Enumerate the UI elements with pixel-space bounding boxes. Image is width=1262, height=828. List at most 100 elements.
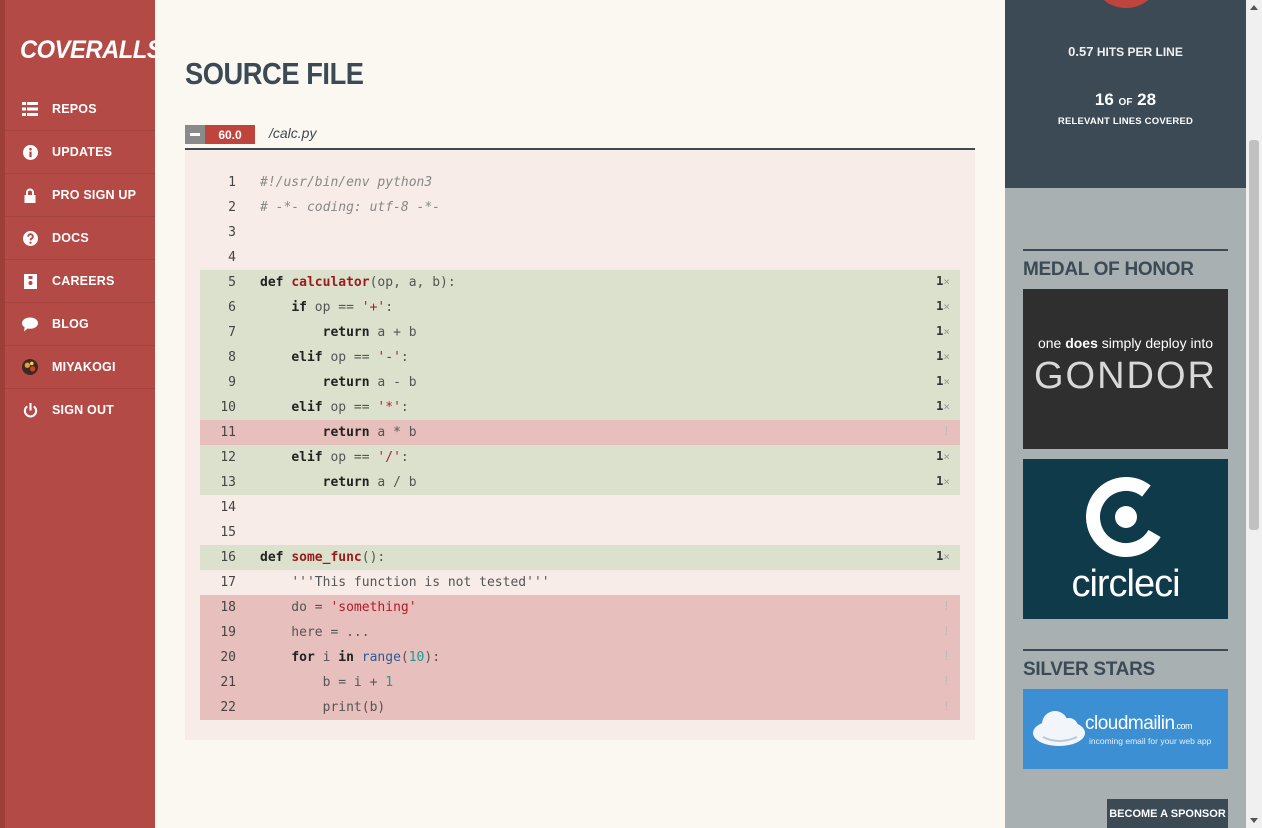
sidebar-item-blog[interactable]: BLOG: [5, 303, 155, 346]
line-code: elif op == '/':: [291, 450, 409, 465]
line-number[interactable]: 22: [200, 700, 236, 715]
code-line: 15: [200, 520, 960, 545]
sidebar-item-profile[interactable]: MIYAKOGI: [5, 346, 155, 389]
source-code-panel: 1 #!/usr/bin/env python3 2 # -*- coding: ut…: [185, 150, 975, 740]
code-line: 11 return a * b!: [200, 420, 960, 445]
line-number[interactable]: 18: [200, 600, 236, 615]
hit-count-value: !: [942, 599, 950, 613]
sidebar-item-docs[interactable]: DOCS: [5, 217, 155, 260]
hit-count-value: !: [942, 699, 950, 713]
right-panel: 0.57 HITS PER LINE 16 OF 28 RELEVANT LIN…: [1005, 0, 1246, 828]
line-number[interactable]: 2: [200, 200, 236, 215]
line-code: def calculator(op, a, b):: [260, 275, 456, 290]
hits-per-line: 0.57 HITS PER LINE: [1005, 44, 1246, 59]
sponsor-gondor[interactable]: one does simply deploy into GONDOR: [1023, 289, 1228, 449]
uncovered-marker: !: [943, 670, 950, 695]
badge-icon: [22, 273, 38, 289]
coverage-donut-chart: [1091, 0, 1161, 8]
line-number[interactable]: 21: [200, 675, 236, 690]
times-icon: ×: [943, 550, 950, 563]
circleci-logo-icon: [1086, 477, 1166, 557]
line-number[interactable]: 20: [200, 650, 236, 665]
sidebar-item-label: MIYAKOGI: [52, 360, 116, 374]
gondor-tag-does: does: [1065, 335, 1098, 351]
file-path: /calc.py: [269, 125, 317, 141]
sidebar-item-label: REPOS: [52, 102, 97, 116]
line-number[interactable]: 4: [200, 250, 236, 265]
line-code: if op == '+':: [291, 300, 394, 315]
list-icon: [22, 101, 38, 117]
line-number[interactable]: 12: [200, 450, 236, 465]
sidebar-item-label: CAREERS: [52, 274, 115, 288]
sidebar: COVERALLS REPOS UPDATES PRO SIGN UP DOCS: [0, 0, 163, 828]
line-code: elif op == '*':: [291, 400, 409, 415]
line-number[interactable]: 16: [200, 550, 236, 565]
code-line: 18 do = 'something'!: [200, 595, 960, 620]
coveralls-logo[interactable]: COVERALLS: [20, 36, 163, 65]
become-sponsor-button[interactable]: BECOME A SPONSOR: [1107, 799, 1228, 828]
sidebar-item-label: DOCS: [52, 231, 89, 245]
collapse-button[interactable]: [185, 125, 205, 144]
line-code: for i in range(10):: [291, 650, 441, 665]
line-code: '''This function is not tested''': [291, 575, 550, 590]
code-line: 13 return a / b 1×: [200, 470, 960, 495]
line-number[interactable]: 5: [200, 275, 236, 290]
cloudmailin-name: cloudmailin: [1085, 713, 1175, 734]
sidebar-item-label: UPDATES: [52, 145, 113, 159]
line-code: def some_func():: [260, 550, 386, 565]
page-title: SOURCE FILE: [185, 56, 364, 91]
hit-count: 1×: [936, 270, 950, 295]
hit-count-value: !: [942, 674, 950, 688]
line-code: return a + b: [322, 325, 417, 340]
minus-icon: [190, 133, 200, 136]
sidebar-item-updates[interactable]: UPDATES: [5, 131, 155, 174]
code-line: 9 return a - b 1×: [200, 370, 960, 395]
cloudmailin-wordmark: cloudmailin.com: [1085, 713, 1193, 735]
sidebar-item-sign-out[interactable]: SIGN OUT: [5, 389, 155, 431]
sidebar-item-repos[interactable]: REPOS: [5, 88, 155, 131]
hit-count-value: !: [942, 624, 950, 638]
cloudmailin-tagline: incoming email for your web app: [1089, 736, 1212, 746]
line-number[interactable]: 11: [200, 425, 236, 440]
line-number[interactable]: 9: [200, 375, 236, 390]
line-number[interactable]: 7: [200, 325, 236, 340]
line-number[interactable]: 17: [200, 575, 236, 590]
scroll-down-arrow-icon[interactable]: [1250, 818, 1258, 823]
sidebar-item-pro-sign-up[interactable]: PRO SIGN UP: [5, 174, 155, 217]
line-number[interactable]: 8: [200, 350, 236, 365]
sidebar-nav: REPOS UPDATES PRO SIGN UP DOCS CAREERS B…: [5, 88, 155, 431]
gondor-tag-rest: simply deploy into: [1101, 335, 1214, 351]
hit-count: 1×: [936, 370, 950, 395]
line-number[interactable]: 14: [200, 500, 236, 515]
line-number[interactable]: 6: [200, 300, 236, 315]
line-code: # -*- coding: utf-8 -*-: [260, 200, 441, 215]
code-line: 8 elif op == '-': 1×: [200, 345, 960, 370]
sponsor-circleci[interactable]: circleci: [1023, 459, 1228, 619]
scrollbar-thumb[interactable]: [1249, 140, 1259, 530]
hit-count: 1×: [936, 445, 950, 470]
line-number[interactable]: 3: [200, 225, 236, 240]
scroll-up-arrow-icon[interactable]: [1250, 5, 1258, 10]
uncovered-marker: !: [943, 695, 950, 720]
line-number[interactable]: 15: [200, 525, 236, 540]
line-number[interactable]: 1: [200, 175, 236, 190]
sidebar-item-careers[interactable]: CAREERS: [5, 260, 155, 303]
lines-covered-count: 16 OF 28: [1005, 90, 1246, 110]
chat-bubble-icon: [22, 316, 38, 332]
line-number[interactable]: 10: [200, 400, 236, 415]
times-icon: ×: [943, 400, 950, 413]
cloud-icon: [1033, 711, 1085, 746]
hits-per-line-value: 0.57: [1068, 44, 1094, 59]
line-number[interactable]: 13: [200, 475, 236, 490]
hit-count-value: !: [942, 649, 950, 663]
line-number[interactable]: 19: [200, 625, 236, 640]
page-scrollbar[interactable]: [1246, 0, 1262, 828]
coverage-percent-badge: 60.0: [205, 125, 255, 144]
hit-count: 1×: [936, 395, 950, 420]
line-code: #!/usr/bin/env python3: [260, 175, 433, 190]
sponsor-cloudmailin[interactable]: cloudmailin.com incoming email for your …: [1023, 689, 1228, 769]
hit-count: 1×: [936, 345, 950, 370]
sidebar-item-label: PRO SIGN UP: [52, 188, 137, 202]
code-line: 19 here = ...!: [200, 620, 960, 645]
code-line: 2 # -*- coding: utf-8 -*-: [200, 195, 960, 220]
